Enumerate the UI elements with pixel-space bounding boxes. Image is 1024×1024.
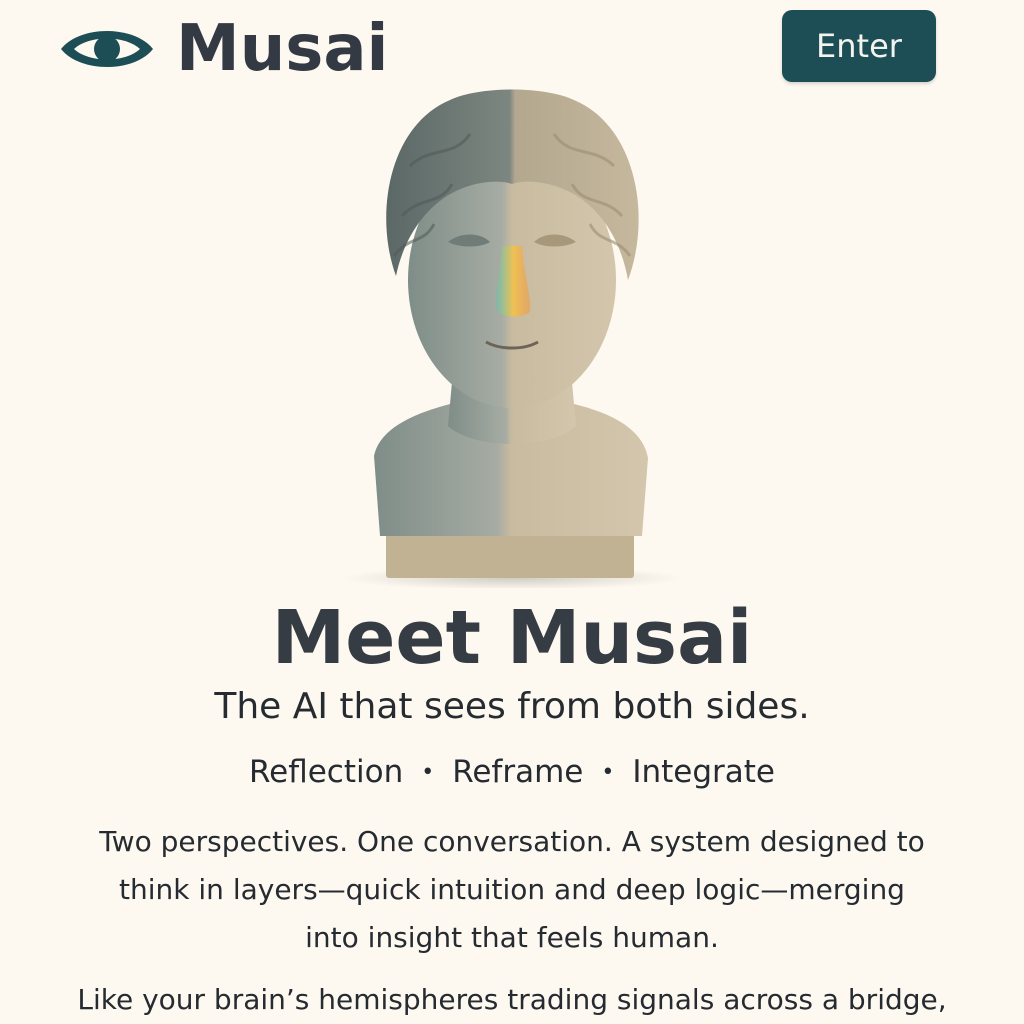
- pillars-list: Reflection • Reframe • Integrate: [0, 754, 1024, 790]
- pillar-reflection: Reflection: [248, 754, 404, 790]
- tagline: The AI that sees from both sides.: [214, 686, 810, 727]
- intro-paragraph: Two perspectives. One conversation. A sy…: [80, 818, 944, 962]
- intro-line-1: Two perspectives. One conversation. A sy…: [99, 825, 925, 858]
- pillar-integrate: Integrate: [632, 754, 776, 790]
- intro-line-3: into insight that feels human.: [305, 921, 719, 954]
- intro-line-2: think in layers—quick intuition and deep…: [119, 873, 905, 906]
- page-title: Meet Musai: [271, 595, 753, 681]
- hero-bust-image: [330, 66, 694, 588]
- pillar-reframe: Reframe: [452, 754, 584, 790]
- enter-button[interactable]: Enter: [782, 10, 936, 82]
- second-paragraph: Like your brain’s hemispheres trading si…: [77, 983, 947, 1016]
- pillar-separator: •: [421, 759, 435, 785]
- eye-icon: [61, 31, 153, 67]
- landing-page: Musai Enter Meet Musai The AI that sees …: [0, 0, 1024, 1024]
- pillar-separator: •: [601, 759, 615, 785]
